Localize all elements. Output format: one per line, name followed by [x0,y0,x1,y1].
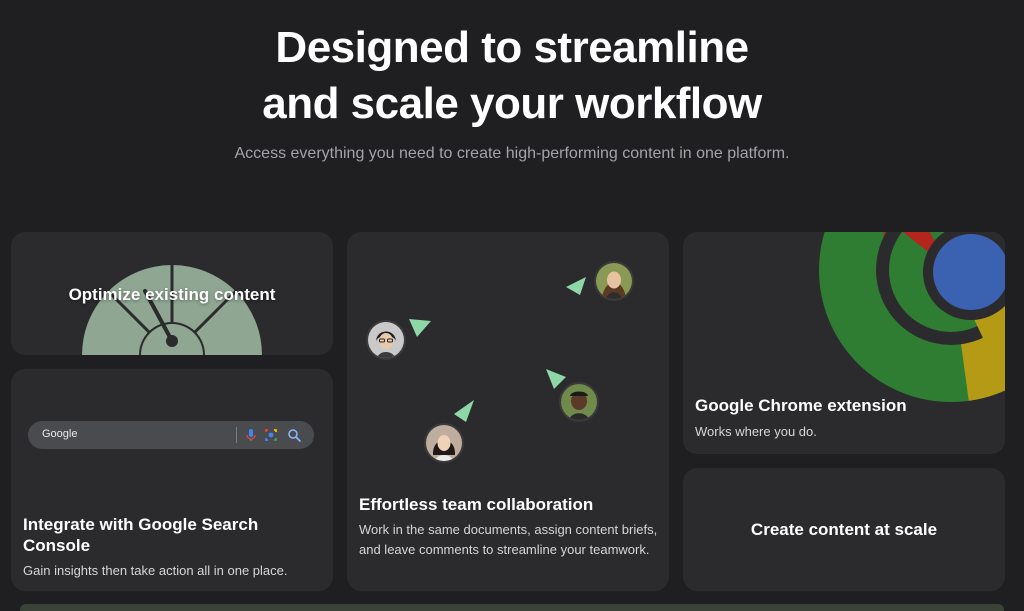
card-description: Work in the same documents, assign conte… [359,522,658,557]
hero-title-line2: and scale your workflow [262,79,762,128]
card-title: Effortless team collaboration [359,495,594,514]
cursor-arrow-icon [566,277,586,295]
hero-subtitle: Access everything you need to create hig… [234,145,790,162]
cursor-arrow-icon [546,369,566,389]
card-google-search-console[interactable]: Google Integrate with Google Search Cons… [11,369,333,591]
avatar [424,423,464,463]
search-icon[interactable] [286,427,302,443]
microphone-icon[interactable] [243,427,259,443]
next-section-edge [20,604,1004,611]
hero-title-line1: Designed to streamline [275,23,749,72]
card-title: Google Chrome extension [695,396,907,415]
card-title: Integrate with Google Search Console [23,515,259,555]
card-description: Works where you do. [695,424,817,439]
chrome-logo-icon [819,232,1005,402]
card-title: Optimize existing content [68,285,276,304]
search-placeholder: Google [42,428,78,440]
gauge-icon [82,265,262,355]
google-lens-icon[interactable] [263,427,279,443]
avatar [594,261,634,301]
card-content-at-scale[interactable]: Create content at scale [683,468,1005,591]
avatar [366,320,406,360]
hero-title: Designed to streamline and scale your wo… [0,20,1024,132]
card-description: Gain insights then take action all in on… [23,563,288,578]
search-bar[interactable]: Google [28,421,314,449]
card-optimize-content[interactable]: Optimize existing content [11,232,333,355]
card-team-collaboration[interactable]: Effortless team collaboration Work in th… [347,232,669,591]
card-title: Create content at scale [750,520,938,539]
cursor-arrow-icon [454,400,474,422]
card-chrome-extension[interactable]: Google Chrome extension Works where you … [683,232,1005,454]
page: Designed to streamline and scale your wo… [0,0,1024,611]
cursor-arrow-icon [409,319,431,337]
divider [236,427,237,443]
